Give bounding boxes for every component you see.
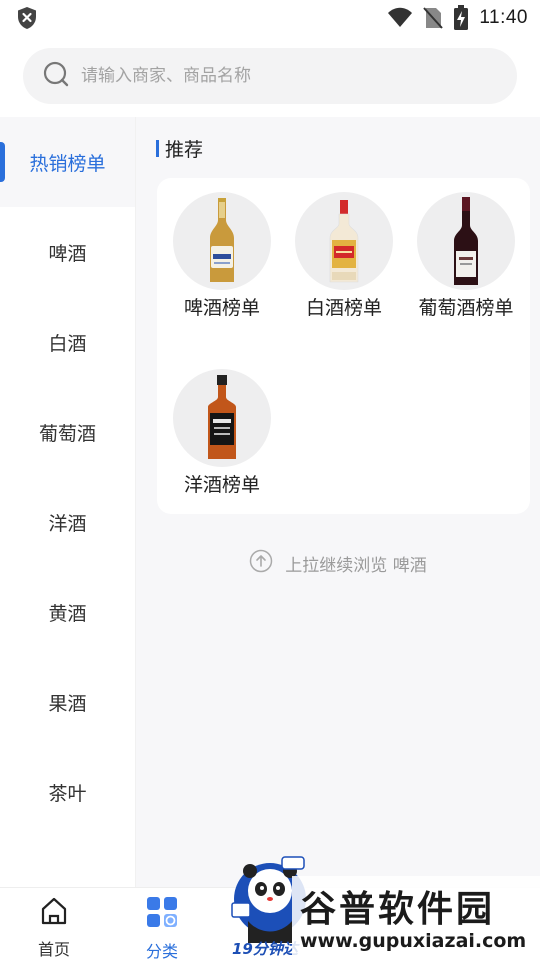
status-bar: 11:40 bbox=[0, 0, 540, 36]
tile-baijiu-rankings[interactable]: 白酒榜单 bbox=[283, 192, 405, 320]
home-icon bbox=[39, 896, 69, 930]
arrow-up-circle-icon bbox=[249, 549, 273, 578]
sidebar-item-label: 葡萄酒 bbox=[38, 422, 96, 445]
baijiu-bottle-icon bbox=[295, 192, 393, 290]
search-icon bbox=[43, 61, 69, 91]
watermark-title: 谷普软件园 bbox=[300, 889, 496, 930]
sidebar-item-label: 白酒 bbox=[48, 332, 87, 355]
sidebar-item-foreign-liquor[interactable]: 洋酒 bbox=[0, 477, 135, 567]
battery-charging-icon bbox=[453, 5, 469, 31]
no-sim-icon bbox=[423, 6, 444, 30]
sidebar-item-label: 热销榜单 bbox=[29, 152, 106, 175]
recommend-card: 啤酒榜单 白酒榜单 葡萄酒榜单 洋酒榜单 bbox=[157, 178, 530, 514]
sidebar-item-beer[interactable]: 啤酒 bbox=[0, 207, 135, 297]
whiskey-bottle-icon bbox=[173, 369, 271, 467]
search-bar[interactable] bbox=[23, 48, 517, 104]
search-input[interactable] bbox=[81, 66, 481, 86]
tile-wine-rankings[interactable]: 葡萄酒榜单 bbox=[405, 192, 527, 320]
nav-category[interactable]: 分类 bbox=[122, 896, 202, 960]
section-title-marker bbox=[156, 140, 159, 157]
category-sidebar: 热销榜单 啤酒 白酒 葡萄酒 洋酒 黄酒 果酒 茶叶 bbox=[0, 117, 136, 887]
pull-up-hint: 上拉继续浏览 啤酒 bbox=[136, 549, 540, 578]
section-title: 推荐 bbox=[156, 135, 203, 162]
sidebar-item-label: 洋酒 bbox=[48, 512, 87, 535]
nav-category-label: 分类 bbox=[145, 942, 178, 960]
wine-bottle-icon bbox=[417, 192, 515, 290]
tile-label: 白酒榜单 bbox=[305, 297, 382, 319]
tile-label: 葡萄酒榜单 bbox=[418, 297, 514, 319]
site-watermark: 谷普软件园 www.gupuxiazai.com bbox=[292, 876, 540, 960]
tile-foreign-liquor-rankings[interactable]: 洋酒榜单 bbox=[161, 369, 283, 497]
status-time: 11:40 bbox=[479, 7, 528, 28]
sidebar-item-hot-rankings[interactable]: 热销榜单 bbox=[0, 117, 135, 207]
pull-up-hint-text: 上拉继续浏览 啤酒 bbox=[285, 556, 427, 576]
nav-home[interactable]: 首页 bbox=[14, 896, 94, 960]
tile-beer-rankings[interactable]: 啤酒榜单 bbox=[161, 192, 283, 320]
sidebar-item-label: 果酒 bbox=[48, 692, 87, 715]
category-content: 推荐 啤酒榜单 白酒榜单 葡萄酒榜单 洋酒榜单 上拉继续浏览 啤酒 bbox=[136, 117, 540, 887]
section-title-text: 推荐 bbox=[165, 139, 204, 161]
beer-bottle-icon bbox=[173, 192, 271, 290]
sidebar-item-label: 黄酒 bbox=[48, 602, 87, 625]
wifi-icon bbox=[387, 7, 413, 29]
sidebar-item-tea[interactable]: 茶叶 bbox=[0, 747, 135, 837]
shield-icon bbox=[16, 6, 38, 30]
sidebar-item-fruit-wine[interactable]: 果酒 bbox=[0, 657, 135, 747]
sidebar-item-label: 啤酒 bbox=[48, 242, 87, 265]
sidebar-item-wine[interactable]: 葡萄酒 bbox=[0, 387, 135, 477]
tile-label: 洋酒榜单 bbox=[183, 474, 260, 496]
promo-text: 19分钟达 bbox=[232, 940, 298, 958]
category-icon bbox=[146, 896, 178, 932]
sidebar-item-baijiu[interactable]: 白酒 bbox=[0, 297, 135, 387]
sidebar-item-huangjiu[interactable]: 黄酒 bbox=[0, 567, 135, 657]
nav-home-label: 首页 bbox=[37, 940, 70, 959]
tile-label: 啤酒榜单 bbox=[183, 297, 260, 319]
watermark-url: www.gupuxiazai.com bbox=[300, 930, 527, 952]
sidebar-item-label: 茶叶 bbox=[48, 782, 87, 805]
